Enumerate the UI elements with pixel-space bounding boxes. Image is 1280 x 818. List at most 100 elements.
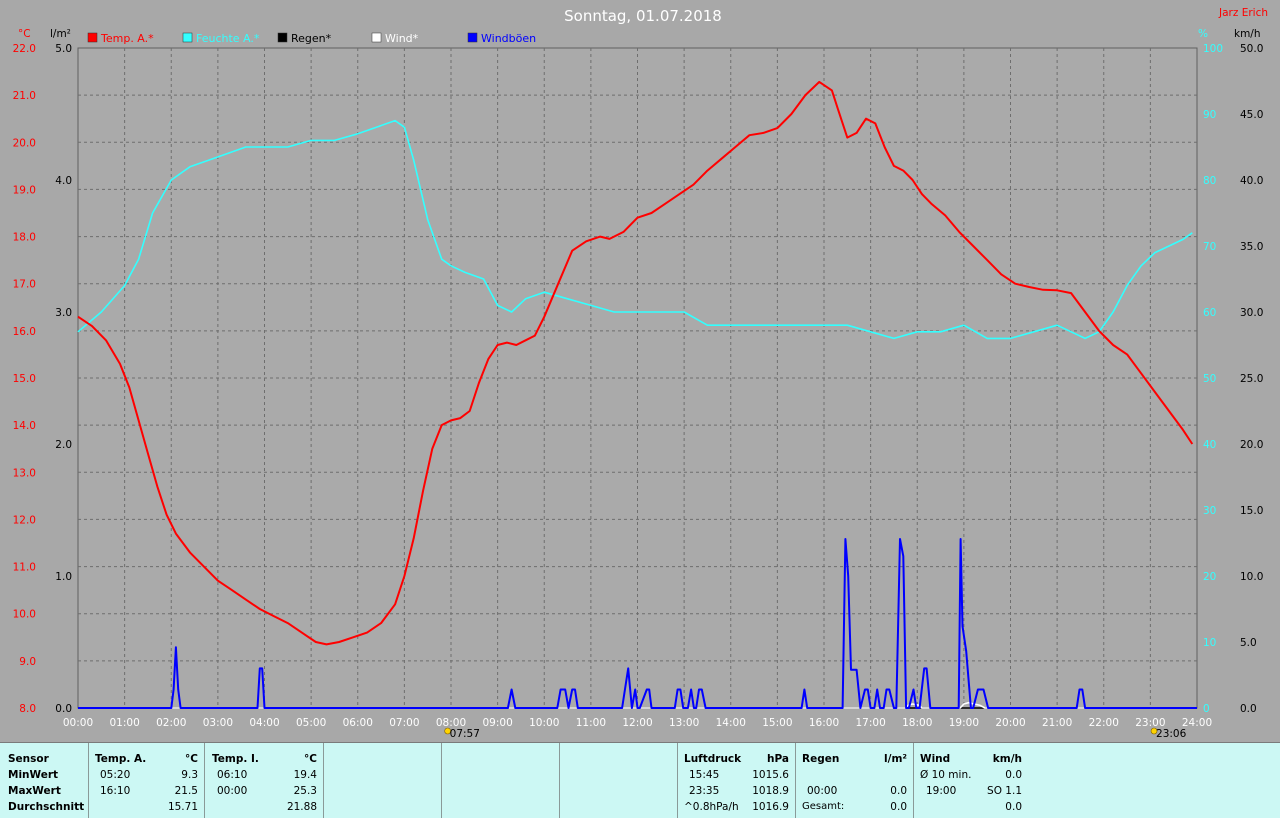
- humidity-tick-label: 10: [1203, 637, 1216, 649]
- humidity-tick-label: 20: [1203, 571, 1216, 583]
- pressure-trend-label: ^0.8hPa/h: [684, 801, 739, 813]
- wind-tick-label: 50.0: [1240, 43, 1263, 55]
- time-tick-label: 07:00: [389, 717, 419, 729]
- stats-temp-i-column: Temp. I. °C 06:10 19.4 00:00 25.3 21.88: [205, 743, 324, 818]
- time-tick-label: 20:00: [995, 717, 1025, 729]
- wind-tick-label: 30.0: [1240, 307, 1263, 319]
- temp-a-avg-value: 15.71: [167, 801, 198, 813]
- wind-avg-value: 0.0: [1005, 769, 1022, 781]
- wind-tick-label: 45.0: [1240, 109, 1263, 121]
- wind-max-time: 19:00: [926, 785, 957, 797]
- legend-swatch: [371, 32, 382, 43]
- humidity-tick-label: 0: [1203, 703, 1210, 715]
- legend-swatch: [277, 32, 288, 43]
- rain-tick-label: 3.0: [55, 307, 72, 319]
- pressure-min-value: 1015.6: [752, 769, 789, 781]
- rain-tick-label: 4.0: [55, 175, 72, 187]
- wind-tick-label: 10.0: [1240, 571, 1263, 583]
- temp-i-header: Temp. I.: [212, 753, 259, 765]
- wind-tick-label: 40.0: [1240, 175, 1263, 187]
- wind-axis-unit: km/h: [1234, 28, 1261, 40]
- rain-tick-label: 1.0: [55, 571, 72, 583]
- wind-tick-label: 25.0: [1240, 373, 1263, 385]
- rain-header: Regen: [802, 753, 840, 765]
- temp-tick-label: 22.0: [13, 43, 36, 55]
- wind-last-value: 0.0: [1005, 801, 1022, 813]
- stats-sensor-label: Sensor: [8, 753, 49, 765]
- time-tick-label: 17:00: [855, 717, 885, 729]
- time-tick-label: 22:00: [1089, 717, 1119, 729]
- temp-i-avg-value: 21.88: [286, 801, 317, 813]
- sunrise-time: 07:57: [450, 728, 480, 740]
- statistics-panel: Sensor MinWert MaxWert Durchschnitt Temp…: [0, 742, 1280, 818]
- temp-tick-label: 9.0: [19, 656, 36, 668]
- temp-tick-label: 8.0: [19, 703, 36, 715]
- rain-max-value: 0.0: [890, 785, 907, 797]
- humidity-tick-label: 70: [1203, 241, 1216, 253]
- time-tick-label: 10:00: [529, 717, 559, 729]
- pressure-unit: hPa: [767, 753, 789, 765]
- stats-empty-column-2: [442, 743, 560, 818]
- time-tick-label: 16:00: [809, 717, 839, 729]
- time-tick-label: 06:00: [343, 717, 373, 729]
- legend-swatch: [87, 32, 98, 43]
- chart-author: Jarz Erich: [1218, 7, 1268, 19]
- temp-tick-label: 10.0: [13, 609, 36, 621]
- temp-i-max-value: 25.3: [293, 785, 317, 797]
- pressure-min-time: 15:45: [689, 769, 720, 781]
- legend-swatch: [467, 32, 478, 43]
- rain-tick-label: 0.0: [55, 703, 72, 715]
- weather-chart: Sonntag, 01.07.2018 Jarz Erich °C l/m² %…: [13, 7, 1268, 740]
- pressure-max-time: 23:35: [689, 785, 720, 797]
- temp-tick-label: 11.0: [13, 562, 36, 574]
- wind-max-value: SO 1.1: [987, 785, 1022, 797]
- temp-a-max-time: 16:10: [100, 785, 131, 797]
- wind-unit: km/h: [992, 753, 1022, 765]
- stats-max-label: MaxWert: [8, 785, 61, 797]
- temp-a-unit: °C: [185, 753, 198, 765]
- rain-tick-label: 5.0: [55, 43, 72, 55]
- temp-tick-label: 18.0: [13, 232, 36, 244]
- temp-tick-label: 16.0: [13, 326, 36, 338]
- temp-tick-label: 15.0: [13, 373, 36, 385]
- humidity-tick-label: 30: [1203, 505, 1216, 517]
- temp-i-min-value: 19.4: [293, 769, 317, 781]
- temp-tick-label: 21.0: [13, 90, 36, 102]
- time-tick-label: 19:00: [949, 717, 979, 729]
- sun-markers: 07:57 23:06: [444, 727, 1187, 740]
- temp-a-max-value: 21.5: [174, 785, 198, 797]
- stats-avg-label: Durchschnitt: [8, 801, 85, 813]
- rain-total-value: 0.0: [890, 801, 907, 813]
- temp-tick-label: 12.0: [13, 514, 36, 526]
- temp-tick-label: 14.0: [13, 420, 36, 432]
- wind-tick-label: 35.0: [1240, 241, 1263, 253]
- temp-i-max-time: 00:00: [217, 785, 248, 797]
- time-tick-label: 24:00: [1182, 717, 1212, 729]
- wind-tick-label: 5.0: [1240, 637, 1257, 649]
- time-tick-label: 13:00: [669, 717, 699, 729]
- temp-a-header: Temp. A.: [95, 753, 147, 765]
- time-tick-label: 01:00: [109, 717, 139, 729]
- humidity-tick-label: 80: [1203, 175, 1216, 187]
- humidity-tick-label: 60: [1203, 307, 1216, 319]
- legend-label: Wind*: [385, 32, 419, 45]
- stats-pressure-column: Luftdruck hPa 15:45 1015.6 23:35 1018.9 …: [678, 743, 796, 818]
- legend-label: Windböen: [481, 32, 536, 45]
- temp-axis-unit: °C: [18, 28, 31, 40]
- wind-avg-label: Ø 10 min.: [920, 769, 972, 781]
- time-tick-label: 09:00: [482, 717, 512, 729]
- temp-a-min-time: 05:20: [100, 769, 131, 781]
- time-tick-label: 21:00: [1042, 717, 1072, 729]
- legend-label: Feuchte A.*: [196, 32, 260, 45]
- wind-tick-label: 15.0: [1240, 505, 1263, 517]
- pressure-header: Luftdruck: [684, 753, 742, 765]
- temp-tick-label: 13.0: [13, 467, 36, 479]
- temp-i-min-time: 06:10: [217, 769, 248, 781]
- pressure-max-value: 1018.9: [752, 785, 789, 797]
- temp-tick-label: 19.0: [13, 184, 36, 196]
- temp-tick-label: 17.0: [13, 279, 36, 291]
- legend-label: Regen*: [291, 32, 332, 45]
- time-tick-label: 11:00: [576, 717, 606, 729]
- sunset-time: 23:06: [1156, 728, 1187, 740]
- stats-temp-a-column: Temp. A. °C 05:20 9.3 16:10 21.5 15.71: [89, 743, 205, 818]
